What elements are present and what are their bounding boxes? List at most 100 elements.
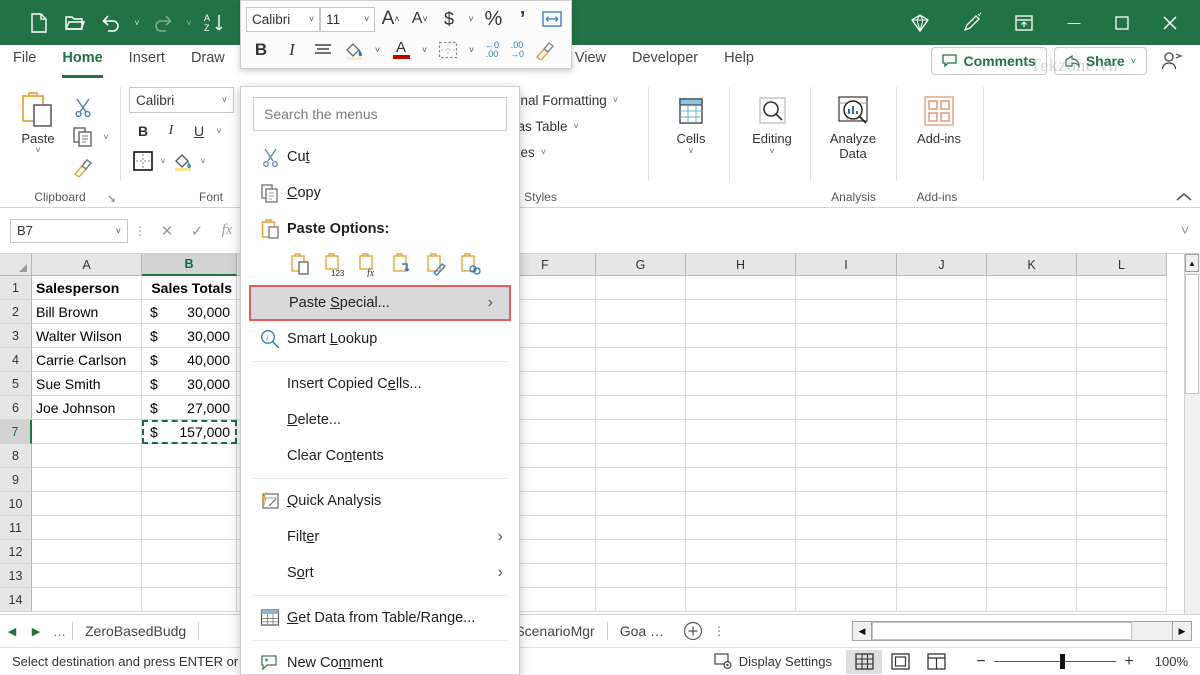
cell-H12[interactable] [686, 540, 796, 564]
row-header-6[interactable]: 6 [0, 396, 32, 420]
paste-link-icon[interactable] [457, 251, 487, 279]
cell-J2[interactable] [897, 300, 987, 324]
cell-G9[interactable] [596, 468, 686, 492]
cell-J8[interactable] [897, 444, 987, 468]
cell-B6[interactable]: $27,000 [142, 396, 237, 420]
underline-caret-icon[interactable]: ˅ [213, 126, 225, 136]
maximize-button[interactable] [1098, 0, 1146, 45]
add-sheet-button[interactable] [676, 616, 710, 646]
cell-K14[interactable] [987, 588, 1077, 612]
cell-B9[interactable] [142, 468, 237, 492]
select-all-corner[interactable] [0, 254, 32, 276]
increase-decimal-button[interactable]: ←0.00 [480, 35, 504, 64]
cell-H13[interactable] [686, 564, 796, 588]
zoom-slider[interactable] [994, 654, 1116, 670]
next-sheet-button[interactable]: ▶ [24, 616, 48, 646]
mini-italic-button[interactable]: I [277, 35, 307, 64]
mini-formatting-toolbar[interactable]: Calibri ˅ 11 ˅ A˄ A˅ $ ˅ % ’ B I ˅ A ˅ [240, 0, 572, 69]
column-header-h[interactable]: H [686, 254, 796, 276]
cell-I2[interactable] [796, 300, 897, 324]
percent-format-button[interactable]: % [479, 5, 507, 34]
chevron-down-icon[interactable]: ˅ [574, 121, 579, 131]
cell-I7[interactable] [796, 420, 897, 444]
decrease-decimal-button[interactable]: .00→0 [505, 35, 529, 64]
display-settings-button[interactable]: Display Settings [700, 653, 846, 670]
menu-item-new-comment[interactable]: New Comment [241, 645, 519, 675]
undo-dropdown-caret[interactable]: ˅ [130, 7, 144, 39]
column-header-i[interactable]: I [796, 254, 897, 276]
fill-color-caret-icon[interactable]: ˅ [197, 156, 209, 166]
cell-A6[interactable]: Joe Johnson [32, 396, 142, 420]
vertical-scrollbar[interactable]: ▲ [1184, 254, 1200, 614]
cell-A14[interactable] [32, 588, 142, 612]
cell-H1[interactable] [686, 276, 796, 300]
cell-K10[interactable] [987, 492, 1077, 516]
ribbon-display-options-icon[interactable] [998, 0, 1050, 45]
zoom-slider-thumb[interactable] [1060, 654, 1065, 669]
accounting-format-button[interactable]: $ [435, 5, 463, 34]
zoom-out-button[interactable]: − [968, 653, 994, 671]
cell-L7[interactable] [1077, 420, 1167, 444]
menu-item-paste-special[interactable]: Paste Special... › [249, 285, 511, 321]
cell-K5[interactable] [987, 372, 1077, 396]
cell-G11[interactable] [596, 516, 686, 540]
cell-H2[interactable] [686, 300, 796, 324]
mini-bold-button[interactable]: B [246, 35, 276, 64]
paste-all-icon[interactable] [287, 251, 317, 279]
share-caret-icon[interactable]: ˅ [1131, 56, 1136, 66]
menu-item-quick-analysis[interactable]: Quick Analysis [241, 483, 519, 519]
cell-I12[interactable] [796, 540, 897, 564]
cell-I1[interactable] [796, 276, 897, 300]
cell-H3[interactable] [686, 324, 796, 348]
collapse-ribbon-icon[interactable] [1176, 191, 1192, 203]
sheet-tab-zerobasedbudget[interactable]: ZeroBasedBudg [73, 616, 198, 646]
cell-B10[interactable] [142, 492, 237, 516]
cell-K13[interactable] [987, 564, 1077, 588]
cell-L11[interactable] [1077, 516, 1167, 540]
sheet-tab-goalseek[interactable]: Goa … [608, 616, 676, 646]
menu-item-copy[interactable]: Copy [241, 175, 519, 211]
cell-B12[interactable] [142, 540, 237, 564]
cell-B8[interactable] [142, 444, 237, 468]
cell-I8[interactable] [796, 444, 897, 468]
cell-A4[interactable]: Carrie Carlson [32, 348, 142, 372]
cell-B5[interactable]: $30,000 [142, 372, 237, 396]
vertical-scroll-thumb[interactable] [1185, 274, 1199, 394]
cell-B13[interactable] [142, 564, 237, 588]
borders-button[interactable] [129, 147, 157, 174]
insert-function-button[interactable]: fx [212, 217, 242, 245]
accounting-caret-icon[interactable]: ˅ [464, 14, 478, 24]
tab-home[interactable]: Home [49, 45, 115, 78]
cell-G6[interactable] [596, 396, 686, 420]
cell-H10[interactable] [686, 492, 796, 516]
normal-view-icon[interactable] [846, 650, 882, 674]
row-header-11[interactable]: 11 [0, 516, 32, 540]
cell-A9[interactable] [32, 468, 142, 492]
row-header-9[interactable]: 9 [0, 468, 32, 492]
cell-J11[interactable] [897, 516, 987, 540]
name-box[interactable]: B7 ˅ [10, 219, 128, 243]
minimize-button[interactable]: — [1050, 0, 1098, 45]
mini-font-color-button[interactable]: A [386, 35, 416, 64]
sort-az-icon[interactable]: AZ [198, 7, 232, 39]
zoom-control[interactable]: − + 100% [954, 653, 1188, 671]
previous-sheet-button[interactable]: ◀ [0, 616, 24, 646]
row-header-14[interactable]: 14 [0, 588, 32, 612]
cell-K11[interactable] [987, 516, 1077, 540]
cell-I14[interactable] [796, 588, 897, 612]
cell-H9[interactable] [686, 468, 796, 492]
scroll-right-arrow[interactable]: ▶ [1172, 621, 1192, 641]
sheet-overflow-button[interactable]: … [48, 616, 72, 646]
tab-draw[interactable]: Draw [178, 45, 238, 78]
scroll-left-arrow[interactable]: ◀ [852, 621, 872, 641]
chevron-down-icon[interactable]: ˅ [541, 147, 546, 157]
cell-L10[interactable] [1077, 492, 1167, 516]
zoom-level-label[interactable]: 100% [1142, 654, 1188, 669]
cell-G12[interactable] [596, 540, 686, 564]
cell-J7[interactable] [897, 420, 987, 444]
cell-G4[interactable] [596, 348, 686, 372]
column-header-j[interactable]: J [897, 254, 987, 276]
cut-button[interactable] [68, 93, 98, 121]
cell-context-menu[interactable]: Search the menus Cut Copy Paste Options:… [240, 86, 520, 675]
copy-caret-icon[interactable]: ˅ [100, 132, 112, 142]
